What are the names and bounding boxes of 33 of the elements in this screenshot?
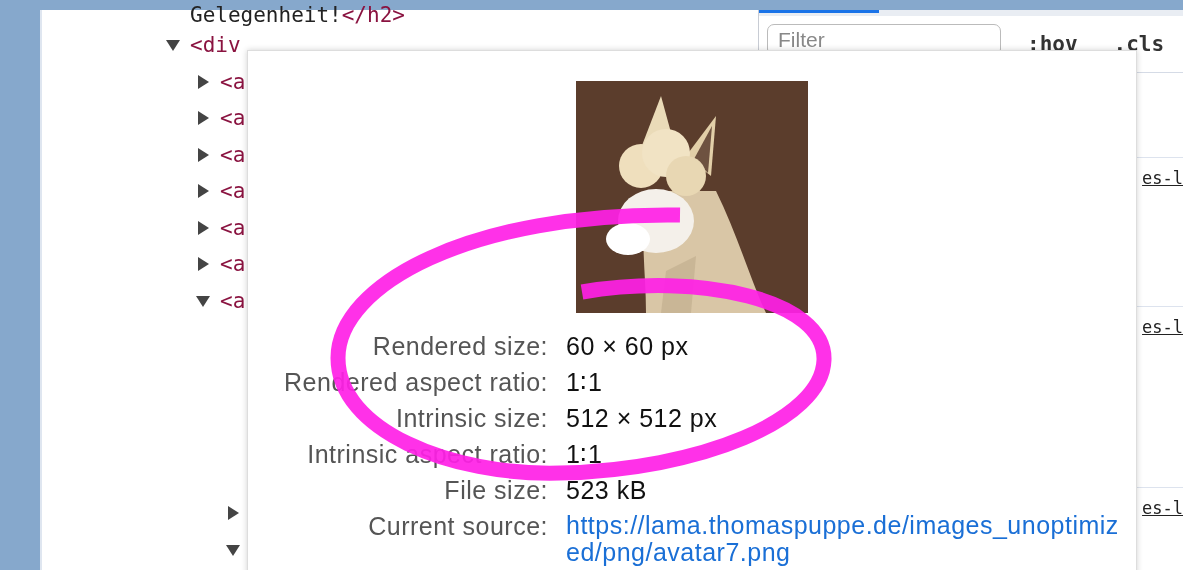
expand-triangle-icon[interactable] bbox=[196, 111, 210, 126]
html-tag[interactable]: <div bbox=[190, 33, 241, 58]
property-value: 512 × 512 px bbox=[566, 403, 719, 434]
html-tag[interactable]: <a bbox=[220, 142, 246, 167]
html-tag: </h2> bbox=[341, 3, 405, 27]
property-label: Current source: bbox=[367, 511, 548, 542]
expand-triangle-icon[interactable] bbox=[196, 184, 210, 199]
style-selector: es-l bbox=[1142, 498, 1183, 518]
property-label: Rendered size: bbox=[371, 331, 548, 362]
expand-triangle-icon[interactable] bbox=[196, 220, 210, 235]
expand-triangle-icon[interactable] bbox=[226, 506, 240, 521]
style-selector: es-l bbox=[1142, 168, 1183, 188]
expand-triangle-icon[interactable] bbox=[196, 74, 210, 89]
source-link[interactable]: https://lama.thomaspuppe.de/images_unoptimized/png/avatar7.png bbox=[566, 509, 1136, 566]
html-tag[interactable]: <a bbox=[220, 69, 246, 94]
style-selector: es-l bbox=[1142, 317, 1183, 337]
expand-triangle-icon[interactable] bbox=[196, 257, 210, 272]
property-label: Intrinsic size: bbox=[395, 403, 548, 434]
property-value: 1∶1 bbox=[566, 439, 604, 470]
property-value: 1∶1 bbox=[566, 367, 604, 398]
html-tag[interactable]: <a bbox=[220, 288, 246, 313]
collapse-triangle-icon[interactable] bbox=[166, 38, 180, 53]
html-tag[interactable]: <a bbox=[220, 106, 246, 131]
html-tag[interactable]: <a bbox=[220, 252, 246, 277]
heading-text: Gelegenheit! bbox=[190, 3, 342, 27]
property-value: 523 kB bbox=[566, 475, 648, 506]
collapse-triangle-icon[interactable] bbox=[196, 293, 210, 308]
html-tag[interactable]: <a bbox=[220, 215, 246, 240]
html-tag[interactable]: <a bbox=[220, 179, 246, 204]
property-label: File size: bbox=[443, 475, 548, 506]
expand-triangle-icon[interactable] bbox=[196, 147, 210, 162]
collapse-triangle-icon[interactable] bbox=[226, 542, 240, 557]
property-value: 60 × 60 px bbox=[566, 331, 690, 362]
